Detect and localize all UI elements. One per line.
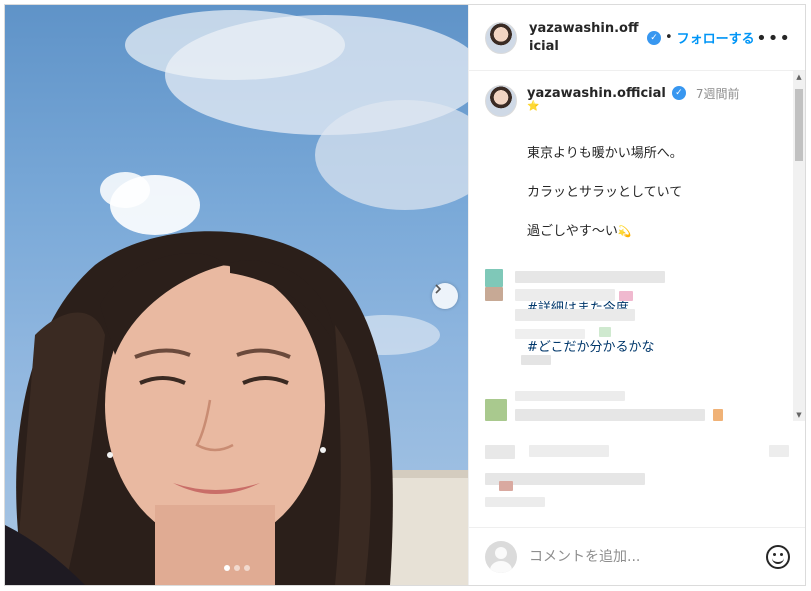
blurred-text <box>515 409 705 421</box>
blurred-text <box>769 445 789 457</box>
blurred-text <box>485 445 515 459</box>
caption-username[interactable]: yazawashin.official <box>527 86 666 101</box>
blurred-text <box>515 309 635 321</box>
add-comment-bar <box>469 527 805 585</box>
blurred-text <box>529 445 609 457</box>
carousel-dot <box>223 565 230 571</box>
scroll-up-icon[interactable]: ▲ <box>793 71 805 83</box>
verified-badge-icon: ✓ <box>647 30 661 45</box>
more-options-icon[interactable]: ••• <box>756 28 791 49</box>
avatar[interactable] <box>485 85 517 117</box>
chevron-right-icon <box>435 284 442 294</box>
comments-scrollbar[interactable]: ▲ ▼ <box>793 71 805 421</box>
carousel-indicator <box>5 565 468 571</box>
avatar[interactable] <box>485 21 517 54</box>
post-side-panel: yazawashin.official ✓ • フォローする ••• yazaw… <box>468 5 805 585</box>
blurred-text <box>499 481 513 491</box>
post-photo[interactable] <box>5 5 468 585</box>
scroll-thumb[interactable] <box>795 89 803 161</box>
blurred-text <box>599 327 611 337</box>
blurred-comments <box>469 249 805 527</box>
carousel-dot <box>243 565 250 571</box>
carousel-dot <box>233 565 240 571</box>
follow-button[interactable]: フォローする <box>677 28 755 47</box>
comments-area: yazawashin.official ✓ 7週間前 ⭐ 東京よりも暖かい場所へ… <box>469 71 805 527</box>
blurred-avatar <box>485 399 507 421</box>
blurred-avatar <box>485 269 503 287</box>
caption-line-text: 過ごしやす〜い <box>527 223 618 239</box>
caption-line: 東京よりも暖かい場所へ。 <box>527 145 683 161</box>
blurred-text <box>521 355 551 365</box>
sparkle-emoji: 💫 <box>617 224 632 238</box>
blurred-text <box>515 271 665 283</box>
caption-line: カラッとサラッとしていて <box>527 184 683 200</box>
verified-badge-icon: ✓ <box>671 86 686 100</box>
avatar <box>485 540 517 573</box>
caption-line: 過ごしやす〜い💫 <box>527 222 777 242</box>
comment-input[interactable] <box>529 548 749 565</box>
blurred-text <box>713 409 723 421</box>
emoji-icon[interactable] <box>766 545 790 569</box>
next-photo-button[interactable] <box>432 283 458 309</box>
post-timestamp[interactable]: 7週間前 <box>696 85 740 102</box>
scroll-down-icon[interactable]: ▼ <box>793 409 805 421</box>
blurred-text <box>515 329 585 339</box>
header-username[interactable]: yazawashin.official <box>529 20 641 56</box>
post-dialog: yazawashin.official ✓ • フォローする ••• yazaw… <box>4 4 806 586</box>
blurred-avatar <box>485 287 503 301</box>
post-header: yazawashin.official ✓ • フォローする ••• <box>469 5 805 71</box>
star-emoji: ⭐ <box>527 101 540 112</box>
separator-dot: • <box>665 30 673 45</box>
blurred-text <box>515 391 625 401</box>
blurred-text <box>619 291 633 301</box>
selfie-image <box>5 10 468 585</box>
blurred-text <box>485 497 545 507</box>
blurred-text <box>515 289 615 301</box>
